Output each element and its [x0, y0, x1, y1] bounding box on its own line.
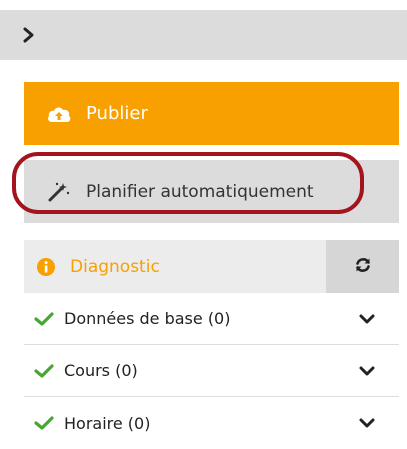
- diagnostic-item-cours[interactable]: Cours (0): [24, 345, 399, 397]
- auto-schedule-button[interactable]: Planifier automatiquement: [24, 160, 399, 223]
- info-circle-icon: [36, 257, 56, 277]
- diagnostic-item-donnees[interactable]: Données de base (0): [24, 293, 399, 345]
- diagnostic-header: Diagnostic: [24, 240, 399, 293]
- diagnostic-title: Diagnostic: [24, 240, 160, 293]
- chevron-down-icon[interactable]: [359, 415, 375, 431]
- check-icon: [34, 415, 54, 431]
- chevron-down-icon[interactable]: [359, 311, 375, 327]
- chevron-down-icon[interactable]: [359, 363, 375, 379]
- check-icon: [34, 311, 54, 327]
- refresh-icon: [354, 256, 372, 278]
- diagnostic-item-label: Cours (0): [64, 361, 138, 380]
- diagnostic-item-horaire[interactable]: Horaire (0): [24, 397, 399, 449]
- auto-schedule-label: Planifier automatiquement: [86, 181, 314, 202]
- cloud-upload-icon: [46, 104, 72, 124]
- sidebar-header: [0, 10, 407, 60]
- auto-schedule-container: Planifier automatiquement: [24, 160, 399, 223]
- publish-label: Publier: [86, 103, 148, 124]
- refresh-button[interactable]: [326, 240, 399, 293]
- diagnostic-label: Diagnostic: [70, 256, 160, 277]
- diagnostic-item-label: Données de base (0): [64, 309, 231, 328]
- diagnostic-item-label: Horaire (0): [64, 413, 151, 433]
- magic-wand-icon: [46, 181, 72, 203]
- chevron-right-icon[interactable]: [19, 25, 39, 45]
- check-icon: [34, 363, 54, 379]
- publish-button[interactable]: Publier: [24, 82, 399, 145]
